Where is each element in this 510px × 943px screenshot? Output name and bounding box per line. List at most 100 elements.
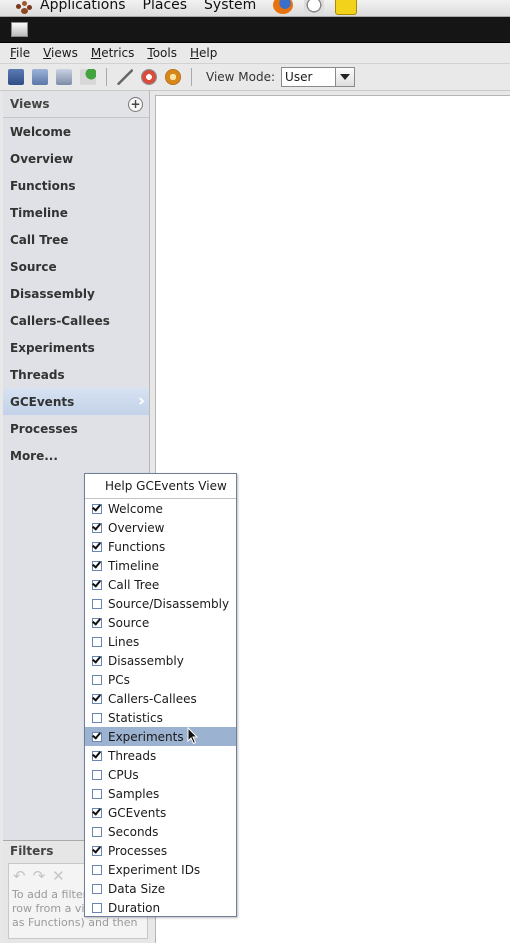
close-icon[interactable]: ✕ [52,867,65,885]
checkbox-unchecked-icon[interactable] [92,826,102,837]
menu-item-label: GCEvents [108,805,167,820]
menu-item-disassembly[interactable]: Disassembly [85,651,236,670]
chevron-right-icon: › [137,391,145,411]
compare-icon[interactable] [56,69,72,85]
add-experiment-icon[interactable] [80,69,96,85]
menu-item-timeline[interactable]: Timeline [85,556,236,575]
view-item-overview[interactable]: Overview [3,145,149,172]
system-menu[interactable]: System [204,0,256,12]
menu-item-source-disassembly[interactable]: Source/Disassembly [85,594,236,613]
menu-item-label: Disassembly [108,653,184,668]
menu-item-label: Lines [108,634,140,649]
checkbox-checked-icon[interactable] [92,655,102,666]
checkbox-checked-icon[interactable] [92,617,102,628]
view-item-processes[interactable]: Processes [3,415,149,442]
foot-icon[interactable] [14,0,34,16]
view-item-more[interactable]: More... [3,442,149,469]
menu-views[interactable]: Views [43,46,78,60]
checkbox-unchecked-icon[interactable] [92,636,102,647]
menu-item-label: Processes [108,843,168,858]
view-item-disassembly[interactable]: Disassembly [3,280,149,307]
menu-item-source[interactable]: Source [85,613,236,632]
checkbox-checked-icon[interactable] [92,541,102,552]
toolbar-separator [191,68,192,86]
window-titlebar [0,17,510,43]
menu-item-data-size[interactable]: Data Size [85,879,236,898]
top-panel: Applications Places System [0,0,510,17]
menu-help[interactable]: Help [190,46,217,60]
menu-item-callers-callees[interactable]: Callers-Callees [85,689,236,708]
checkbox-unchecked-icon[interactable] [92,883,102,894]
menu-item-lines[interactable]: Lines [85,632,236,651]
mouse-cursor-icon [187,727,199,745]
checkbox-unchecked-icon[interactable] [92,902,102,913]
menu-item-functions[interactable]: Functions [85,537,236,556]
menu-file[interactable]: File [10,46,30,60]
view-item-call-tree[interactable]: Call Tree [3,226,149,253]
menu-item-threads[interactable]: Threads [85,746,236,765]
menu-item-label: Welcome [108,501,163,516]
checkbox-unchecked-icon[interactable] [92,712,102,723]
menu-item-call-tree[interactable]: Call Tree [85,575,236,594]
clock-icon[interactable] [304,0,325,14]
menu-item-pcs[interactable]: PCs [85,670,236,689]
notes-icon[interactable] [335,0,358,15]
checkbox-unchecked-icon[interactable] [92,769,102,780]
view-item-experiments[interactable]: Experiments [3,334,149,361]
checkbox-checked-icon[interactable] [92,693,102,704]
view-item-timeline[interactable]: Timeline [3,199,149,226]
open-experiment-icon[interactable] [32,69,48,85]
menu-item-experiment-ids[interactable]: Experiment IDs [85,860,236,879]
view-item-functions[interactable]: Functions [3,172,149,199]
view-item-gcevents[interactable]: GCEvents › [3,388,149,415]
filter-icon[interactable] [117,69,133,85]
checkbox-unchecked-icon[interactable] [92,864,102,875]
add-view-icon[interactable]: + [128,97,143,112]
view-item-threads[interactable]: Threads [3,361,149,388]
menu-item-overview[interactable]: Overview [85,518,236,537]
firefox-icon[interactable] [273,0,294,14]
checkbox-checked-icon[interactable] [92,750,102,761]
checkbox-unchecked-icon[interactable] [92,598,102,609]
checkbox-checked-icon[interactable] [92,579,102,590]
chevron-down-icon[interactable] [335,68,355,86]
checkbox-checked-icon[interactable] [92,522,102,533]
menu-item-label: Call Tree [108,577,160,592]
menu-item-label: Functions [108,539,166,554]
menu-item-seconds[interactable]: Seconds [85,822,236,841]
help-view-menu-item[interactable]: Help GCEvents View [85,474,236,499]
checkbox-unchecked-icon[interactable] [92,674,102,685]
checkbox-checked-icon[interactable] [92,807,102,818]
checkbox-checked-icon[interactable] [92,731,102,742]
menu-item-experiments[interactable]: Experiments [85,727,236,746]
window-icon[interactable] [11,22,28,37]
applications-menu[interactable]: Applications [40,0,126,12]
checkbox-checked-icon[interactable] [92,503,102,514]
checkbox-checked-icon[interactable] [92,560,102,571]
menu-item-cpus[interactable]: CPUs [85,765,236,784]
checkbox-checked-icon[interactable] [92,845,102,856]
places-menu[interactable]: Places [143,0,188,12]
menu-item-gcevents[interactable]: GCEvents [85,803,236,822]
view-item-source[interactable]: Source [3,253,149,280]
undo-icon[interactable]: ↶ [13,867,26,885]
view-mode-select[interactable]: User [281,67,356,87]
menu-item-label: Callers-Callees [108,691,197,706]
settings-gear-icon[interactable] [165,69,181,85]
menu-item-label: Source/Disassembly [108,596,230,611]
save-icon[interactable] [8,69,24,85]
menu-item-statistics[interactable]: Statistics [85,708,236,727]
menu-item-processes[interactable]: Processes [85,841,236,860]
color-settings-icon[interactable] [141,69,157,85]
menu-item-duration[interactable]: Duration [85,898,236,917]
menu-item-samples[interactable]: Samples [85,784,236,803]
view-item-welcome[interactable]: Welcome [3,118,149,145]
menu-item-label: Overview [108,520,165,535]
redo-icon[interactable]: ↷ [33,867,46,885]
menu-item-welcome[interactable]: Welcome [85,499,236,518]
checkbox-unchecked-icon[interactable] [92,788,102,799]
menu-metrics[interactable]: Metrics [91,46,135,60]
menu-item-label: Timeline [108,558,160,573]
view-item-callers-callees[interactable]: Callers-Callees [3,307,149,334]
menu-tools[interactable]: Tools [147,46,177,60]
